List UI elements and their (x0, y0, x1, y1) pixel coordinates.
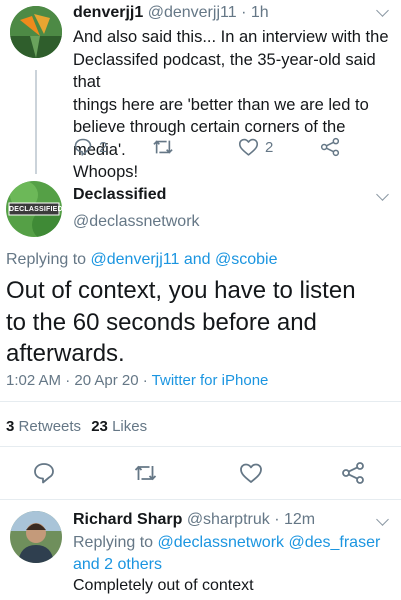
chevron-down-icon[interactable] (376, 513, 389, 526)
main-handle[interactable]: @declassnetwork (73, 213, 200, 231)
avatar-denverjj1[interactable] (10, 6, 62, 58)
thread-line (35, 70, 37, 174)
like-count: 2 (265, 139, 274, 156)
main-tweet-text: Out of context, you have to listen to th… (6, 277, 356, 367)
replying-to: Replying to @declassnetwork @des_fraser … (73, 532, 393, 576)
share-icon[interactable] (320, 137, 340, 157)
reply-icon[interactable] (73, 137, 93, 157)
engagement-stats: 3 Retweets 23 Likes (6, 418, 147, 435)
replying-to: Replying to @denverjj11 and @scobie (6, 251, 278, 268)
retweets-stat[interactable]: 3 Retweets (6, 418, 85, 435)
avatar-declassified[interactable]: DECLASSIFIED (6, 181, 62, 237)
tweet-text: And also said this... In an interview wi… (73, 28, 389, 181)
like-icon[interactable] (238, 137, 259, 157)
main-display-name[interactable]: Declassified (73, 186, 166, 204)
avatar-label: DECLASSIFIED (9, 206, 62, 213)
handle[interactable]: @sharptruk (187, 511, 270, 528)
mention-declassnetwork[interactable]: @declassnetwork (158, 534, 285, 551)
tweet-client[interactable]: Twitter for iPhone (152, 372, 269, 389)
likes-stat[interactable]: 23 Likes (91, 418, 147, 435)
mention-denverjj11[interactable]: @denverjj11 (91, 251, 180, 268)
avatar-richard-sharp[interactable] (10, 511, 62, 563)
tweet-text: Completely out of context (73, 577, 254, 594)
divider (0, 446, 401, 447)
mention-scobie[interactable]: @scobie (215, 251, 278, 268)
tweet-meta: 1:02 AM · 20 Apr 20 · Twitter for iPhone (6, 372, 268, 389)
mention-others[interactable]: and 2 others (73, 554, 393, 576)
handle[interactable]: @denverjj11 (148, 4, 237, 21)
chevron-down-icon[interactable] (376, 188, 389, 201)
timestamp[interactable]: · 12m (274, 511, 315, 528)
retweet-icon[interactable] (133, 462, 158, 484)
chevron-down-icon[interactable] (376, 4, 389, 17)
mention-des-fraser[interactable]: @des_fraser (288, 534, 380, 551)
reply-count: 2 (99, 139, 108, 156)
tweet-timestamp: 1:02 AM · 20 Apr 20 · (6, 372, 152, 389)
display-name[interactable]: denverjj1 (73, 4, 143, 21)
divider (0, 499, 401, 500)
share-icon[interactable] (341, 461, 365, 485)
divider (0, 401, 401, 402)
like-icon[interactable] (239, 462, 263, 484)
timestamp[interactable]: · 1h (241, 4, 269, 21)
display-name[interactable]: Richard Sharp (73, 511, 182, 528)
retweet-icon[interactable] (152, 137, 174, 157)
reply-icon[interactable] (32, 461, 56, 485)
